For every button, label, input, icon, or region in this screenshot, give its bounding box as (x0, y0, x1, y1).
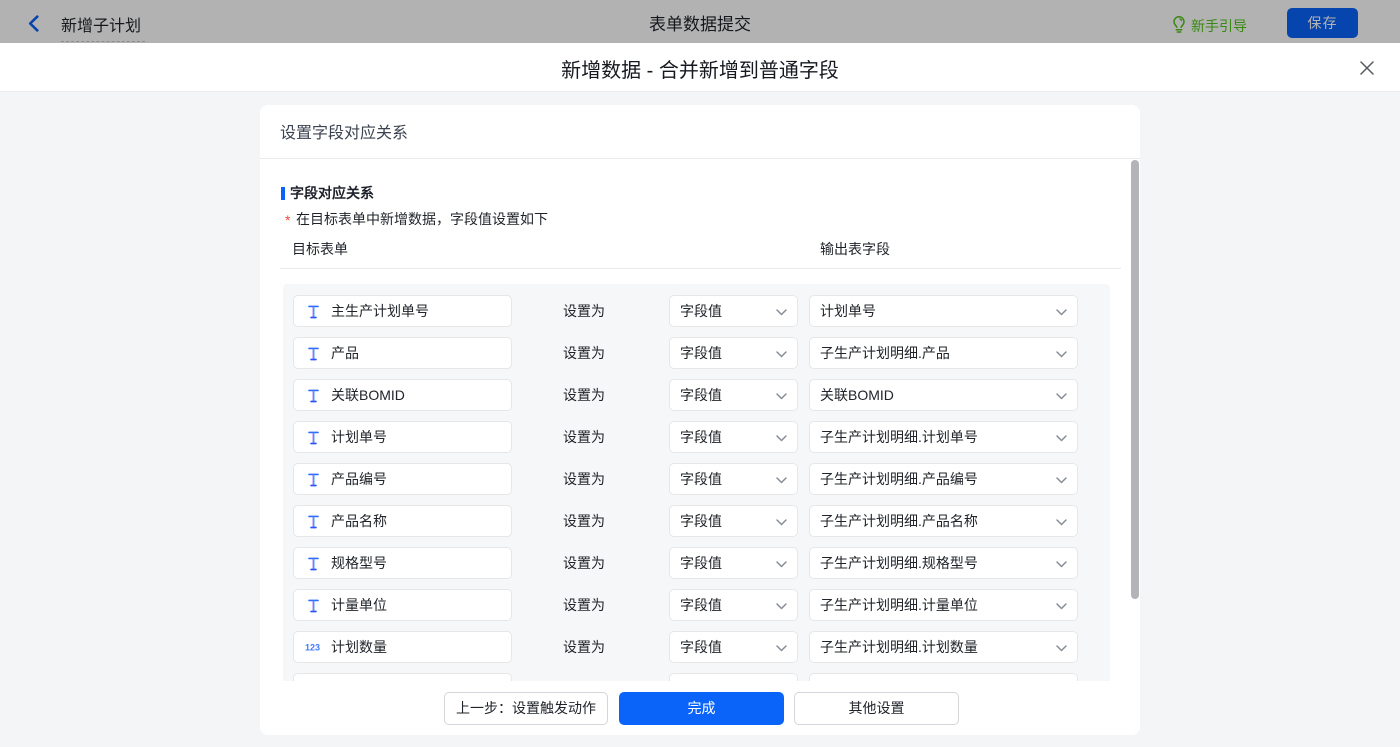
svg-text:123: 123 (305, 643, 320, 653)
